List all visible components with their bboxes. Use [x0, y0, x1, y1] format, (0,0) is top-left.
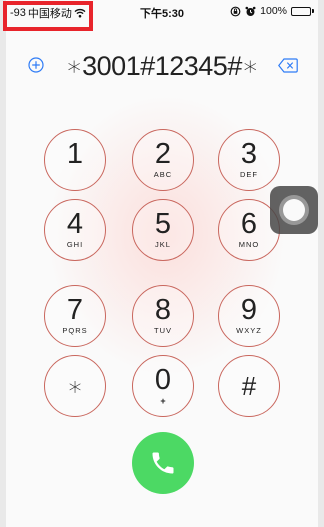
number-display: ∗3001#12345#∗: [6, 50, 318, 84]
key-eight[interactable]: 8 TUV: [132, 285, 194, 347]
battery-icon: [291, 6, 314, 16]
alarm-icon: [245, 6, 256, 16]
backspace-icon[interactable]: [278, 58, 298, 73]
key-digit: #: [241, 371, 257, 401]
key-letters: DEF: [240, 170, 258, 179]
key-digit: 9: [240, 294, 258, 326]
highlight-box: [3, 1, 93, 31]
assistive-touch-icon: [283, 199, 305, 221]
key-two[interactable]: 2 ABC: [132, 129, 194, 191]
dialed-number: ∗3001#12345#∗: [65, 51, 259, 81]
key-letters: JKL: [155, 240, 171, 249]
key-digit: 0: [154, 364, 172, 396]
call-button[interactable]: [132, 432, 194, 494]
key-digit: 4: [66, 208, 84, 240]
key-nine[interactable]: 9 WXYZ: [218, 285, 280, 347]
plus-circle-icon[interactable]: [28, 57, 44, 73]
key-pound[interactable]: #: [218, 355, 280, 417]
key-seven[interactable]: 7 PQRS: [44, 285, 106, 347]
key-letters: PQRS: [62, 326, 88, 335]
key-digit: 5: [154, 208, 172, 240]
key-three[interactable]: 3 DEF: [218, 129, 280, 191]
key-digit: 3: [240, 138, 258, 170]
key-letters: MNO: [238, 240, 260, 249]
key-letters: +: [160, 396, 166, 406]
right-edge: [318, 0, 324, 527]
key-five[interactable]: 5 JKL: [132, 199, 194, 261]
assistive-touch-button[interactable]: [270, 186, 318, 234]
key-digit: 8: [154, 294, 172, 326]
key-star[interactable]: ∗: [44, 355, 106, 417]
rotation-lock-icon: [230, 6, 241, 16]
key-letters: TUV: [154, 326, 172, 335]
key-digit: 7: [66, 294, 84, 326]
key-letters: ABC: [153, 170, 173, 179]
key-zero[interactable]: 0 +: [132, 355, 194, 417]
phone-icon: [152, 452, 174, 474]
key-letters: GHI: [66, 240, 84, 249]
key-one[interactable]: 1: [44, 129, 106, 191]
key-digit: 2: [154, 138, 172, 170]
key-four[interactable]: 4 GHI: [44, 199, 106, 261]
phone-screen: -93 中国移动 下午5:30 100% ∗3001#12345#∗ 1 2 A…: [6, 0, 318, 527]
key-digit: ∗: [66, 371, 84, 401]
status-right: 100%: [230, 5, 314, 17]
battery-percent: 100%: [260, 5, 287, 17]
key-letters: WXYZ: [236, 326, 262, 335]
key-digit: 1: [66, 138, 84, 170]
